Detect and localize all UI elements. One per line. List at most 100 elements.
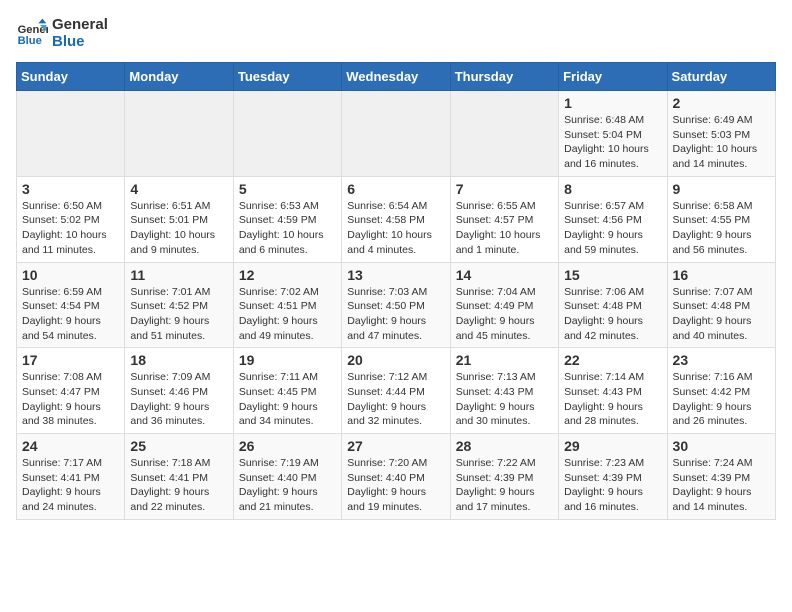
calendar-cell: 3 Sunrise: 6:50 AM Sunset: 5:02 PM Daylig… <box>17 176 125 262</box>
calendar-cell: 30Sunrise: 7:24 AM Sunset: 4:39 PM Dayli… <box>667 434 775 520</box>
weekday-header: Saturday <box>667 63 775 91</box>
calendar-week-row: 24 Sunrise: 7:17 AM Sunset: 4:41 PM Dayli… <box>17 434 776 520</box>
day-info: Sunrise: 7:22 AM Sunset: 4:39 PM Dayligh… <box>456 456 553 515</box>
day-number: 18 <box>130 352 227 368</box>
weekday-header: Wednesday <box>342 63 450 91</box>
day-number: 30 <box>673 438 770 454</box>
logo-icon: General Blue <box>16 17 48 49</box>
day-info: Sunrise: 7:03 AM Sunset: 4:50 PM Dayligh… <box>347 285 444 344</box>
day-info: Sunrise: 7:16 AM Sunset: 4:42 PM Dayligh… <box>673 370 770 429</box>
day-number: 4 <box>130 181 227 197</box>
day-info: Sunrise: 6:57 AM Sunset: 4:56 PM Dayligh… <box>564 199 661 258</box>
day-info: Sunrise: 7:11 AM Sunset: 4:45 PM Dayligh… <box>239 370 336 429</box>
calendar-cell: 19Sunrise: 7:11 AM Sunset: 4:45 PM Dayli… <box>233 348 341 434</box>
calendar-week-row: 10 Sunrise: 6:59 AM Sunset: 4:54 PM Dayli… <box>17 262 776 348</box>
calendar-cell: 29 Sunrise: 7:23 AM Sunset: 4:39 PM Dayli… <box>559 434 667 520</box>
weekday-header: Monday <box>125 63 233 91</box>
calendar-cell: 26 Sunrise: 7:19 AM Sunset: 4:40 PM Dayli… <box>233 434 341 520</box>
day-info: Sunrise: 6:55 AM Sunset: 4:57 PM Dayligh… <box>456 199 553 258</box>
calendar-cell <box>450 91 558 177</box>
calendar-cell: 24 Sunrise: 7:17 AM Sunset: 4:41 PM Dayli… <box>17 434 125 520</box>
day-number: 13 <box>347 267 444 283</box>
day-number: 22 <box>564 352 661 368</box>
calendar-cell: 18Sunrise: 7:09 AM Sunset: 4:46 PM Dayli… <box>125 348 233 434</box>
day-info: Sunrise: 7:07 AM Sunset: 4:48 PM Dayligh… <box>673 285 770 344</box>
weekday-header: Friday <box>559 63 667 91</box>
logo: General Blue General Blue <box>16 16 108 50</box>
day-info: Sunrise: 7:08 AM Sunset: 4:47 PM Dayligh… <box>22 370 119 429</box>
calendar-header-row: SundayMondayTuesdayWednesdayThursdayFrid… <box>17 63 776 91</box>
day-number: 20 <box>347 352 444 368</box>
day-info: Sunrise: 7:19 AM Sunset: 4:40 PM Dayligh… <box>239 456 336 515</box>
day-number: 2 <box>673 95 770 111</box>
day-info: Sunrise: 7:06 AM Sunset: 4:48 PM Dayligh… <box>564 285 661 344</box>
day-info: Sunrise: 6:53 AM Sunset: 4:59 PM Dayligh… <box>239 199 336 258</box>
calendar-cell <box>233 91 341 177</box>
day-number: 10 <box>22 267 119 283</box>
day-info: Sunrise: 6:49 AM Sunset: 5:03 PM Dayligh… <box>673 113 770 172</box>
page-header: General Blue General Blue <box>16 16 776 50</box>
logo-blue: Blue <box>52 33 108 50</box>
day-info: Sunrise: 6:50 AM Sunset: 5:02 PM Dayligh… <box>22 199 119 258</box>
day-number: 1 <box>564 95 661 111</box>
calendar-cell: 12Sunrise: 7:02 AM Sunset: 4:51 PM Dayli… <box>233 262 341 348</box>
day-number: 16 <box>673 267 770 283</box>
day-number: 17 <box>22 352 119 368</box>
calendar-cell: 7 Sunrise: 6:55 AM Sunset: 4:57 PM Daylig… <box>450 176 558 262</box>
calendar-table: SundayMondayTuesdayWednesdayThursdayFrid… <box>16 62 776 520</box>
calendar-cell: 23 Sunrise: 7:16 AM Sunset: 4:42 PM Dayli… <box>667 348 775 434</box>
day-number: 5 <box>239 181 336 197</box>
day-info: Sunrise: 7:18 AM Sunset: 4:41 PM Dayligh… <box>130 456 227 515</box>
day-number: 27 <box>347 438 444 454</box>
calendar-cell: 10 Sunrise: 6:59 AM Sunset: 4:54 PM Dayli… <box>17 262 125 348</box>
day-number: 24 <box>22 438 119 454</box>
calendar-cell: 17 Sunrise: 7:08 AM Sunset: 4:47 PM Dayli… <box>17 348 125 434</box>
day-number: 28 <box>456 438 553 454</box>
calendar-cell: 6Sunrise: 6:54 AM Sunset: 4:58 PM Daylig… <box>342 176 450 262</box>
svg-text:Blue: Blue <box>18 35 42 47</box>
day-info: Sunrise: 7:13 AM Sunset: 4:43 PM Dayligh… <box>456 370 553 429</box>
day-number: 11 <box>130 267 227 283</box>
calendar-cell: 16 Sunrise: 7:07 AM Sunset: 4:48 PM Dayli… <box>667 262 775 348</box>
day-number: 15 <box>564 267 661 283</box>
day-info: Sunrise: 7:04 AM Sunset: 4:49 PM Dayligh… <box>456 285 553 344</box>
day-info: Sunrise: 6:58 AM Sunset: 4:55 PM Dayligh… <box>673 199 770 258</box>
day-number: 12 <box>239 267 336 283</box>
day-number: 3 <box>22 181 119 197</box>
logo-general: General <box>52 16 108 33</box>
calendar-cell: 11 Sunrise: 7:01 AM Sunset: 4:52 PM Dayli… <box>125 262 233 348</box>
day-number: 8 <box>564 181 661 197</box>
calendar-cell: 28 Sunrise: 7:22 AM Sunset: 4:39 PM Dayli… <box>450 434 558 520</box>
weekday-header: Tuesday <box>233 63 341 91</box>
weekday-header: Thursday <box>450 63 558 91</box>
calendar-week-row: 1Sunrise: 6:48 AM Sunset: 5:04 PM Daylig… <box>17 91 776 177</box>
calendar-week-row: 17 Sunrise: 7:08 AM Sunset: 4:47 PM Dayli… <box>17 348 776 434</box>
calendar-cell: 1Sunrise: 6:48 AM Sunset: 5:04 PM Daylig… <box>559 91 667 177</box>
calendar-cell: 2 Sunrise: 6:49 AM Sunset: 5:03 PM Daylig… <box>667 91 775 177</box>
calendar-cell: 13 Sunrise: 7:03 AM Sunset: 4:50 PM Dayli… <box>342 262 450 348</box>
calendar-cell <box>17 91 125 177</box>
day-number: 23 <box>673 352 770 368</box>
calendar-cell: 22Sunrise: 7:14 AM Sunset: 4:43 PM Dayli… <box>559 348 667 434</box>
day-number: 26 <box>239 438 336 454</box>
day-number: 7 <box>456 181 553 197</box>
calendar-cell: 25Sunrise: 7:18 AM Sunset: 4:41 PM Dayli… <box>125 434 233 520</box>
day-number: 14 <box>456 267 553 283</box>
day-number: 9 <box>673 181 770 197</box>
calendar-cell: 9 Sunrise: 6:58 AM Sunset: 4:55 PM Daylig… <box>667 176 775 262</box>
calendar-cell <box>125 91 233 177</box>
calendar-cell: 15 Sunrise: 7:06 AM Sunset: 4:48 PM Dayli… <box>559 262 667 348</box>
day-info: Sunrise: 6:59 AM Sunset: 4:54 PM Dayligh… <box>22 285 119 344</box>
day-info: Sunrise: 7:23 AM Sunset: 4:39 PM Dayligh… <box>564 456 661 515</box>
day-info: Sunrise: 7:20 AM Sunset: 4:40 PM Dayligh… <box>347 456 444 515</box>
calendar-week-row: 3 Sunrise: 6:50 AM Sunset: 5:02 PM Daylig… <box>17 176 776 262</box>
calendar-cell: 14 Sunrise: 7:04 AM Sunset: 4:49 PM Dayli… <box>450 262 558 348</box>
day-info: Sunrise: 7:17 AM Sunset: 4:41 PM Dayligh… <box>22 456 119 515</box>
calendar-cell: 21Sunrise: 7:13 AM Sunset: 4:43 PM Dayli… <box>450 348 558 434</box>
calendar-cell: 20Sunrise: 7:12 AM Sunset: 4:44 PM Dayli… <box>342 348 450 434</box>
day-number: 6 <box>347 181 444 197</box>
day-info: Sunrise: 7:01 AM Sunset: 4:52 PM Dayligh… <box>130 285 227 344</box>
calendar-cell: 27 Sunrise: 7:20 AM Sunset: 4:40 PM Dayli… <box>342 434 450 520</box>
day-info: Sunrise: 6:51 AM Sunset: 5:01 PM Dayligh… <box>130 199 227 258</box>
day-number: 29 <box>564 438 661 454</box>
